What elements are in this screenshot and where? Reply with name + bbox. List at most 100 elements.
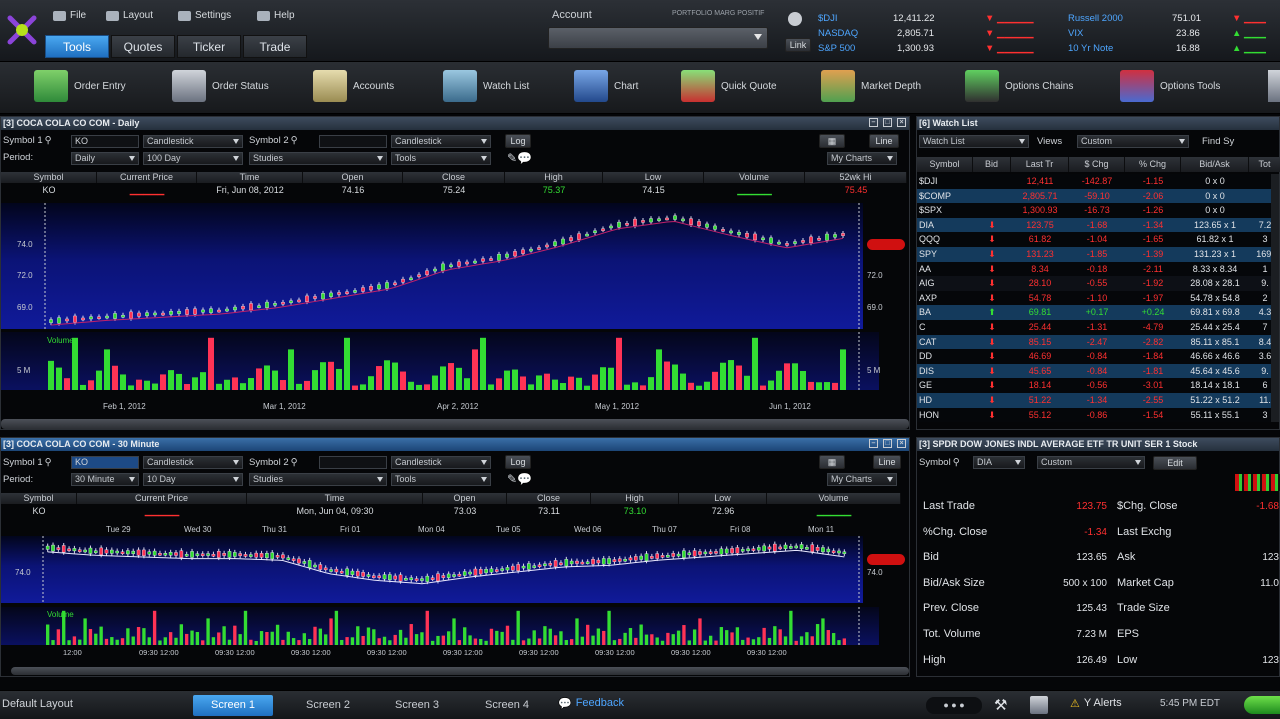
table-row[interactable]: AXP ⬇ 54.78 -1.10 -1.97 54.78 x 54.8 2: [917, 290, 1279, 306]
column-header[interactable]: Tot: [1249, 157, 1280, 172]
view-select[interactable]: Custom: [1037, 456, 1145, 469]
line-button[interactable]: Line: [869, 134, 899, 148]
layout-name[interactable]: Default Layout: [2, 698, 73, 710]
vertical-scrollbar[interactable]: [1271, 174, 1279, 422]
range-select[interactable]: 100 Day: [143, 152, 243, 165]
table-row[interactable]: CAT ⬇ 85.15 -2.47 -2.82 85.11 x 85.1 8.4: [917, 334, 1279, 350]
search-icon[interactable]: ⚲: [45, 457, 52, 468]
table-row[interactable]: BA ⬆ 69.81 +0.17 +0.24 69.81 x 69.8 4.3: [917, 305, 1279, 320]
table-row[interactable]: HD ⬇ 51.22 -1.34 -2.55 51.22 x 51.2 11.: [917, 393, 1279, 408]
my-charts-select[interactable]: My Charts: [827, 152, 897, 165]
quick-quote-button[interactable]: Quick Quote: [681, 70, 777, 102]
log-button[interactable]: Log: [505, 134, 531, 148]
column-header[interactable]: Volume: [767, 493, 901, 504]
column-header[interactable]: Bid/Ask: [1181, 157, 1249, 172]
table-row[interactable]: AA ⬇ 8.34 -0.18 -2.11 8.33 x 8.34 1: [917, 261, 1279, 277]
market-depth-button[interactable]: Market Depth: [821, 70, 921, 102]
column-header[interactable]: Volume: [704, 172, 805, 183]
column-header[interactable]: Symbol: [1, 493, 77, 504]
options-chains-button[interactable]: Options Chains: [965, 70, 1073, 102]
column-header[interactable]: Symbol: [917, 157, 973, 172]
menu-layout[interactable]: Layout: [106, 10, 153, 21]
more-tools-icon[interactable]: [1268, 70, 1280, 102]
chart-style2-select[interactable]: Candlestick: [391, 135, 491, 148]
find-symbol[interactable]: Find Sy: [1202, 136, 1234, 147]
screen-tab-1[interactable]: Screen 1: [193, 695, 273, 716]
chart-style-select[interactable]: Candlestick: [143, 456, 243, 469]
table-row[interactable]: GE ⬇ 18.14 -0.56 -3.01 18.14 x 18.1 6: [917, 378, 1279, 393]
horizontal-scrollbar[interactable]: [11, 667, 909, 675]
symbol-select[interactable]: DIA: [973, 456, 1025, 469]
close-icon[interactable]: ×: [897, 118, 906, 127]
chart-view-button[interactable]: ▦: [819, 134, 845, 148]
minimize-icon[interactable]: –: [869, 439, 878, 448]
screen-tab-4[interactable]: Screen 4: [467, 695, 547, 716]
column-header[interactable]: Open: [303, 172, 403, 183]
range-select[interactable]: 10 Day: [143, 473, 243, 486]
column-header[interactable]: High: [591, 493, 679, 504]
horizontal-scrollbar[interactable]: [1, 419, 909, 429]
link-button[interactable]: Link: [785, 38, 811, 52]
table-row[interactable]: AIG ⬇ 28.10 -0.55 -1.92 28.08 x 28.1 9.: [917, 276, 1279, 291]
menu-file[interactable]: File: [53, 10, 86, 21]
column-header[interactable]: Symbol: [1, 172, 97, 183]
tab-ticker[interactable]: Ticker: [177, 35, 241, 58]
screen-tab-2[interactable]: Screen 2: [288, 695, 368, 716]
tools-icon[interactable]: ⚒: [994, 696, 1007, 714]
studies-select[interactable]: Studies: [249, 152, 387, 165]
tab-trade[interactable]: Trade: [243, 35, 307, 58]
search-icon[interactable]: ⚲: [291, 135, 298, 146]
column-header[interactable]: High: [505, 172, 603, 183]
feedback-link[interactable]: 💬 Feedback: [558, 697, 624, 710]
chart-style-select[interactable]: Candlestick: [143, 135, 243, 148]
download-icon[interactable]: [1030, 696, 1048, 714]
maximize-icon[interactable]: □: [883, 439, 892, 448]
search-icon[interactable]: ⚲: [953, 457, 960, 468]
table-row[interactable]: SPY ⬇ 131.23 -1.85 -1.39 131.23 x 1 169.: [917, 247, 1279, 262]
status-pill[interactable]: ● ● ●: [926, 697, 982, 714]
column-header[interactable]: Time: [247, 493, 423, 504]
watch-list-button[interactable]: Watch List: [443, 70, 529, 102]
annotate-icon[interactable]: ✎💬: [507, 151, 532, 165]
column-header[interactable]: Last Tr: [1011, 157, 1069, 172]
symbol2-input[interactable]: [319, 135, 387, 148]
options-tools-button[interactable]: Options Tools: [1120, 70, 1220, 102]
studies-select[interactable]: Studies: [249, 473, 387, 486]
column-header[interactable]: Current Price: [97, 172, 197, 183]
period-select[interactable]: 30 Minute: [71, 473, 139, 486]
gear-icon[interactable]: [788, 12, 802, 26]
table-row[interactable]: HON ⬇ 55.12 -0.86 -1.54 55.11 x 55.1 3: [917, 407, 1279, 423]
close-icon[interactable]: ×: [897, 439, 906, 448]
symbol1-input[interactable]: KO: [71, 135, 139, 148]
order-entry-button[interactable]: Order Entry: [34, 70, 126, 102]
maximize-icon[interactable]: □: [883, 118, 892, 127]
column-header[interactable]: Time: [197, 172, 303, 183]
minimize-icon[interactable]: –: [869, 118, 878, 127]
account-select[interactable]: [548, 27, 768, 49]
tab-quotes[interactable]: Quotes: [111, 35, 175, 58]
my-charts-select[interactable]: My Charts: [827, 473, 897, 486]
watch-list-select[interactable]: Watch List: [919, 135, 1029, 148]
column-header[interactable]: Low: [603, 172, 704, 183]
edit-button[interactable]: Edit: [1153, 456, 1197, 470]
menu-help[interactable]: Help: [257, 10, 295, 21]
table-row[interactable]: $COMP 2,805.71 -59.10 -2.06 0 x 0: [917, 188, 1279, 204]
line-button[interactable]: Line: [873, 455, 901, 469]
chart-button[interactable]: Chart: [574, 70, 638, 102]
search-icon[interactable]: ⚲: [291, 457, 298, 468]
accounts-button[interactable]: Accounts: [313, 70, 394, 102]
tab-tools[interactable]: Tools: [45, 35, 109, 58]
screen-tab-3[interactable]: Screen 3: [377, 695, 457, 716]
column-header[interactable]: Close: [403, 172, 505, 183]
tools-select[interactable]: Tools: [391, 152, 491, 165]
tools-select[interactable]: Tools: [391, 473, 491, 486]
table-row[interactable]: $SPX 1,300.93 -16.73 -1.26 0 x 0: [917, 203, 1279, 218]
alerts-button[interactable]: ⚠ Y Alerts: [1070, 697, 1122, 710]
period-select[interactable]: Daily: [71, 152, 139, 165]
symbol2-input[interactable]: [319, 456, 387, 469]
chart-view-button[interactable]: ▦: [819, 455, 845, 469]
table-row[interactable]: C ⬇ 25.44 -1.31 -4.79 25.44 x 25.4 7: [917, 320, 1279, 335]
column-header[interactable]: Low: [679, 493, 767, 504]
table-row[interactable]: DD ⬇ 46.69 -0.84 -1.84 46.66 x 46.6 3.6: [917, 349, 1279, 364]
column-header[interactable]: $ Chg: [1069, 157, 1125, 172]
